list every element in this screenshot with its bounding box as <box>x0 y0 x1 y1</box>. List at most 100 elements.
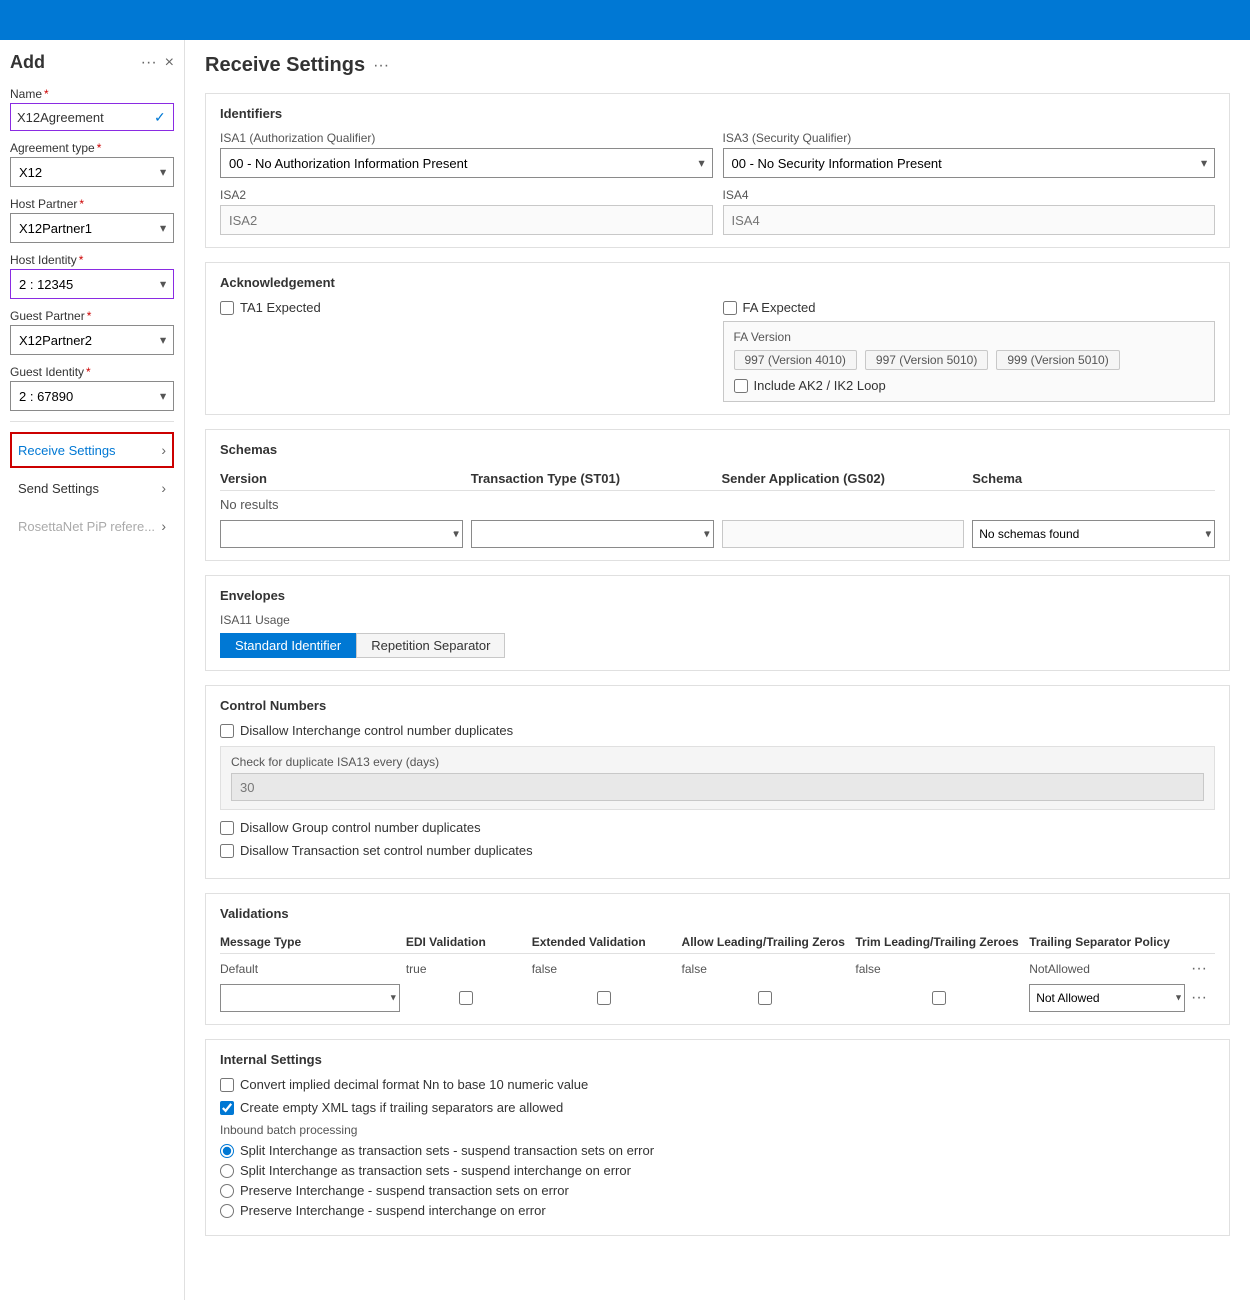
standard-identifier-toggle[interactable]: Standard Identifier <box>220 633 356 658</box>
host-partner-label: Host Partner* <box>10 197 174 211</box>
fa-version-5010-997-button[interactable]: 997 (Version 5010) <box>865 350 988 370</box>
isa13-input[interactable] <box>231 773 1204 801</box>
radio-split-suspend-sets-input[interactable] <box>220 1144 234 1158</box>
sidebar-more-button[interactable]: ··· <box>141 54 157 72</box>
host-partner-select[interactable]: X12Partner1 <box>10 213 174 243</box>
isa1-field: ISA1 (Authorization Qualifier) 00 - No A… <box>220 131 713 178</box>
schemas-title: Schemas <box>220 442 1215 457</box>
val-edi-checkbox[interactable] <box>459 991 473 1005</box>
ta1-field: TA1 Expected <box>220 300 713 402</box>
interchange-duplicates-label: Disallow Interchange control number dupl… <box>240 723 513 738</box>
ta1-label-text: TA1 Expected <box>240 300 321 315</box>
include-ak2-text: Include AK2 / IK2 Loop <box>754 378 886 393</box>
main-content: Receive Settings ··· Identifiers ISA1 (A… <box>185 40 1250 1300</box>
guest-partner-select[interactable]: X12Partner2 <box>10 325 174 355</box>
validations-input-row: ▾ Not Allowed ▾ <box>220 984 1215 1012</box>
val-col-edi-validation: EDI Validation <box>406 935 526 949</box>
val-ext-checkbox[interactable] <box>597 991 611 1005</box>
guest-partner-field-group: Guest Partner* X12Partner2 ▾ <box>10 309 174 355</box>
send-settings-arrow-icon: › <box>161 480 166 496</box>
isa2-field: ISA2 <box>220 188 713 235</box>
schemas-transaction-select[interactable] <box>471 520 714 548</box>
convert-decimal-checkbox[interactable] <box>220 1078 234 1092</box>
acknowledgement-grid: TA1 Expected FA Expected FA Version 997 … <box>220 300 1215 402</box>
val-col-actions <box>1191 935 1215 949</box>
include-ak2-label[interactable]: Include AK2 / IK2 Loop <box>734 378 1205 393</box>
group-duplicates-check: Disallow Group control number duplicates <box>220 820 1215 835</box>
include-ak2-checkbox[interactable] <box>734 379 748 393</box>
validations-header: Message Type EDI Validation Extended Val… <box>220 931 1215 954</box>
ta1-checkbox-label[interactable]: TA1 Expected <box>220 300 713 315</box>
sidebar-header: Add ··· × <box>10 52 174 73</box>
top-bar <box>0 0 1250 40</box>
val-input-row-more-button[interactable]: ··· <box>1191 989 1215 1007</box>
schemas-col-transaction-type: Transaction Type (ST01) <box>471 471 714 486</box>
val-trim-leading-value: false <box>855 962 1023 976</box>
identifiers-grid: ISA1 (Authorization Qualifier) 00 - No A… <box>220 131 1215 235</box>
sidebar-close-button[interactable]: × <box>165 54 174 72</box>
isa2-input[interactable] <box>220 205 713 235</box>
val-col-trailing-sep: Trailing Separator Policy <box>1029 935 1185 949</box>
transaction-duplicates-checkbox[interactable] <box>220 844 234 858</box>
fa-version-4010-button[interactable]: 997 (Version 4010) <box>734 350 857 370</box>
isa1-select[interactable]: 00 - No Authorization Information Presen… <box>220 148 713 178</box>
isa4-label: ISA4 <box>723 188 1216 202</box>
radio-preserve-suspend-sets-input[interactable] <box>220 1184 234 1198</box>
identifiers-title: Identifiers <box>220 106 1215 121</box>
val-allow-leading-value: false <box>682 962 850 976</box>
isa3-label: ISA3 (Security Qualifier) <box>723 131 1216 145</box>
fa-checkbox[interactable] <box>723 301 737 315</box>
envelopes-section: Envelopes ISA11 Usage Standard Identifie… <box>205 575 1230 671</box>
val-message-type-select[interactable] <box>220 984 400 1012</box>
control-numbers-section: Control Numbers Disallow Interchange con… <box>205 685 1230 879</box>
repetition-separator-toggle[interactable]: Repetition Separator <box>356 633 505 658</box>
receive-settings-nav-label: Receive Settings <box>18 443 116 458</box>
radio-split-suspend-interchange: Split Interchange as transaction sets - … <box>220 1163 1215 1178</box>
validations-data-row: Default true false false false NotAllowe… <box>220 960 1215 978</box>
val-edi-validation-value: true <box>406 962 526 976</box>
control-numbers-title: Control Numbers <box>220 698 1215 713</box>
content-header: Receive Settings ··· <box>205 54 1230 77</box>
guest-identity-select[interactable]: 2 : 67890 <box>10 381 174 411</box>
radio-preserve-suspend-interchange-input[interactable] <box>220 1204 234 1218</box>
sidebar-item-rosettanet[interactable]: RosettaNet PiP refere... › <box>10 508 174 544</box>
isa4-input[interactable] <box>723 205 1216 235</box>
schemas-schema-select[interactable]: No schemas found <box>972 520 1215 548</box>
val-col-trim-leading: Trim Leading/Trailing Zeroes <box>855 935 1023 949</box>
interchange-duplicates-checkbox[interactable] <box>220 724 234 738</box>
group-duplicates-checkbox[interactable] <box>220 821 234 835</box>
val-trim-leading-checkbox[interactable] <box>932 991 946 1005</box>
fa-checkbox-label[interactable]: FA Expected <box>723 300 1216 315</box>
schemas-version-select[interactable] <box>220 520 463 548</box>
send-settings-nav-label: Send Settings <box>18 481 99 496</box>
fa-version-box: FA Version 997 (Version 4010) 997 (Versi… <box>723 321 1216 402</box>
radio-preserve-suspend-sets-label: Preserve Interchange - suspend transacti… <box>240 1183 569 1198</box>
content-title: Receive Settings <box>205 54 365 77</box>
sidebar-divider <box>10 421 174 422</box>
radio-split-suspend-interchange-label: Split Interchange as transaction sets - … <box>240 1163 631 1178</box>
val-trailing-sep-select[interactable]: Not Allowed <box>1029 984 1185 1012</box>
acknowledgement-section: Acknowledgement TA1 Expected FA Expected… <box>205 262 1230 415</box>
fa-version-options: 997 (Version 4010) 997 (Version 5010) 99… <box>734 350 1205 370</box>
rosettanet-nav-label: RosettaNet PiP refere... <box>18 519 155 534</box>
val-row-more-button[interactable]: ··· <box>1191 960 1215 978</box>
create-xml-checkbox[interactable] <box>220 1101 234 1115</box>
sidebar-actions: ··· × <box>141 54 174 72</box>
schemas-sender-input[interactable] <box>722 520 965 548</box>
sidebar-item-receive-settings[interactable]: Receive Settings › <box>10 432 174 468</box>
val-message-type-value: Default <box>220 962 400 976</box>
radio-split-suspend-interchange-input[interactable] <box>220 1164 234 1178</box>
host-identity-select[interactable]: 2 : 12345 <box>10 269 174 299</box>
radio-preserve-suspend-sets: Preserve Interchange - suspend transacti… <box>220 1183 1215 1198</box>
validations-section: Validations Message Type EDI Validation … <box>205 893 1230 1025</box>
agreement-type-select[interactable]: X12 <box>10 157 174 187</box>
sidebar-item-send-settings[interactable]: Send Settings › <box>10 470 174 506</box>
fa-version-5010-999-button[interactable]: 999 (Version 5010) <box>996 350 1119 370</box>
guest-identity-field-group: Guest Identity* 2 : 67890 ▾ <box>10 365 174 411</box>
content-more-button[interactable]: ··· <box>373 57 389 75</box>
ta1-checkbox[interactable] <box>220 301 234 315</box>
transaction-duplicates-check: Disallow Transaction set control number … <box>220 843 1215 858</box>
name-input[interactable] <box>10 103 174 131</box>
val-allow-leading-checkbox[interactable] <box>758 991 772 1005</box>
isa3-select[interactable]: 00 - No Security Information Present <box>723 148 1216 178</box>
